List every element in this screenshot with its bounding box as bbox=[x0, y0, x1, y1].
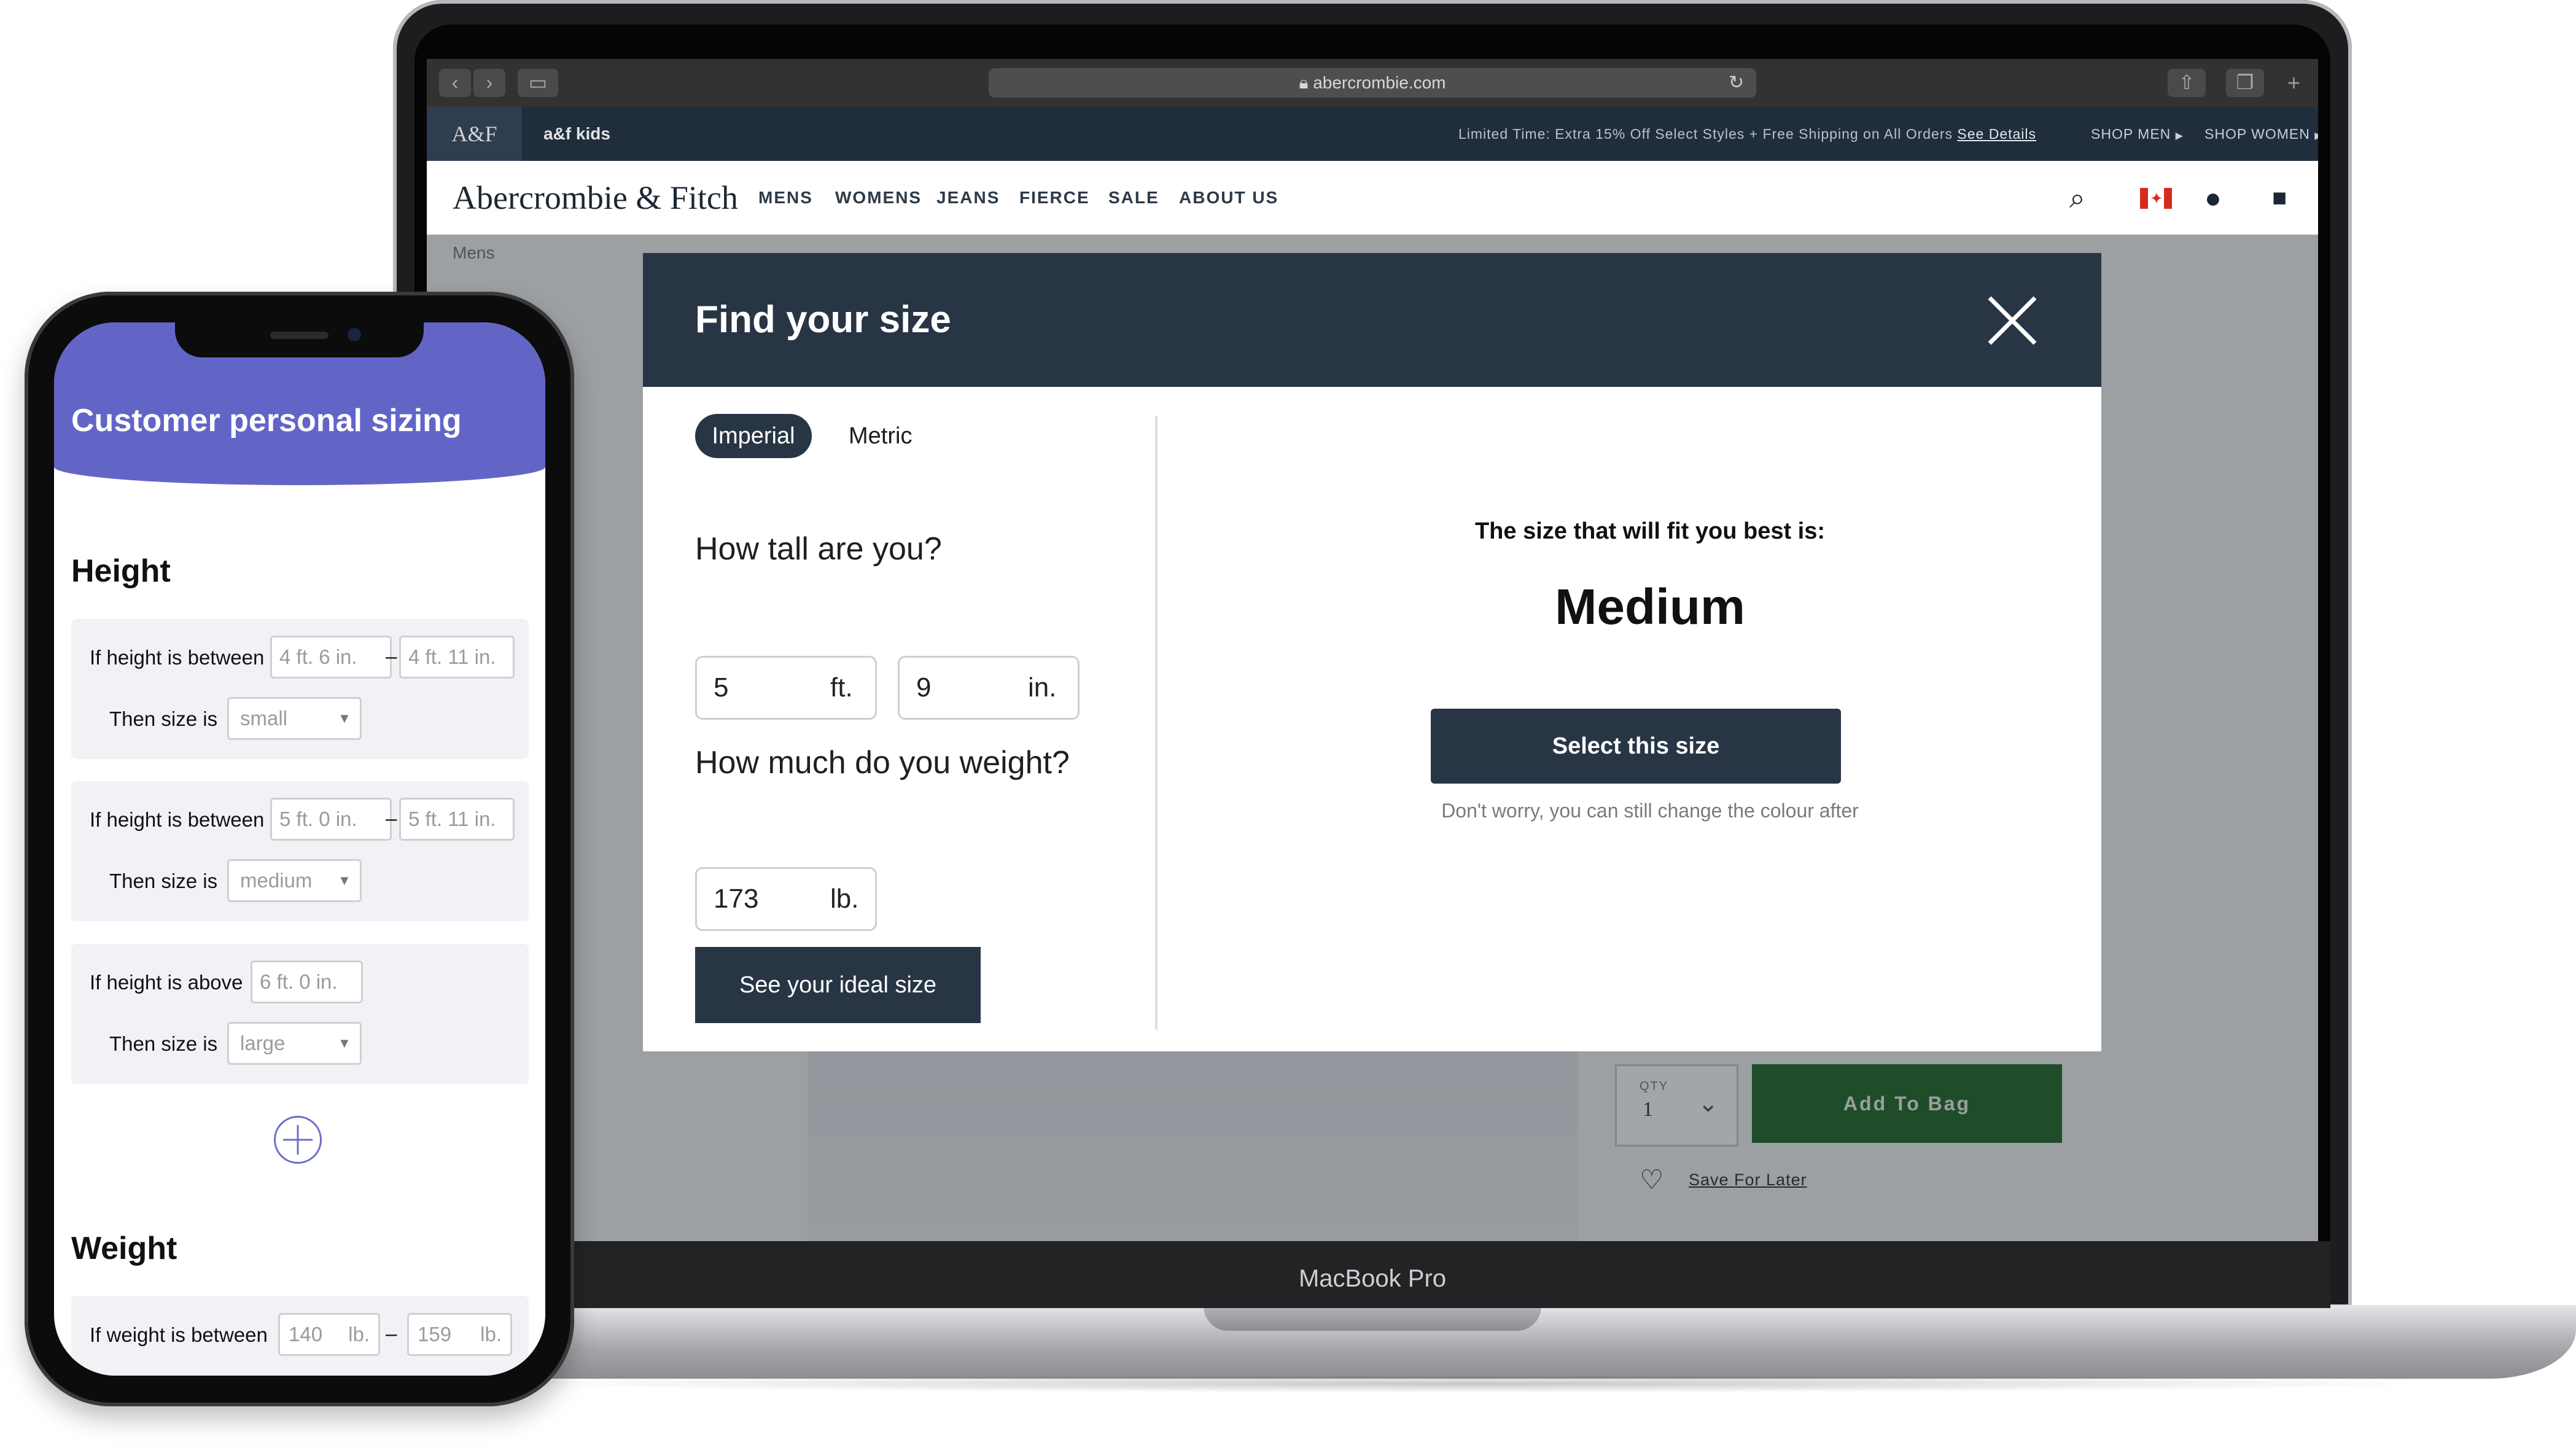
phone-speaker bbox=[270, 332, 329, 339]
shop-women-link[interactable]: SHOP WOMEN ▶ bbox=[2204, 107, 2318, 163]
phone-camera bbox=[348, 328, 361, 341]
caret-down-icon: ▼ bbox=[338, 711, 351, 726]
laptop-label: MacBook Pro bbox=[1298, 1265, 1447, 1292]
imperial-toggle[interactable]: Imperial bbox=[695, 414, 812, 458]
find-size-modal: Find your size Imperial Metric How tall … bbox=[643, 253, 2101, 1051]
laptop-shadow bbox=[491, 1374, 2456, 1393]
rule-to-input[interactable]: 4 ft. 11 in. bbox=[399, 636, 515, 679]
weight-unit: lb. bbox=[830, 884, 859, 914]
nav-womens[interactable]: WOMENS bbox=[835, 161, 922, 235]
promo-message: Limited Time: Extra 15% Off Select Style… bbox=[1458, 126, 1953, 142]
rule-condition: If height is between bbox=[90, 808, 265, 831]
url-text: abercrombie.com bbox=[1313, 73, 1446, 92]
laptop-screen: ‹ › ▭ 🔒︎ abercrombie.com ↻ ⇧ ❐ + A&F a&f… bbox=[427, 59, 2318, 1241]
weight-value: 173 bbox=[714, 884, 759, 914]
range-dash: – bbox=[386, 1322, 397, 1345]
rule-then-label: Then size is bbox=[109, 870, 218, 892]
phone-title: Customer personal sizing bbox=[71, 403, 462, 438]
search-icon[interactable]: ⌕ bbox=[2069, 161, 2085, 235]
weight-to-unit: lb. bbox=[480, 1323, 502, 1346]
result-size: Medium bbox=[1555, 579, 1745, 635]
height-inches-unit: in. bbox=[1028, 672, 1057, 703]
weight-to-value: 159 bbox=[418, 1323, 452, 1346]
rule-then-label: Then size is bbox=[109, 1032, 218, 1055]
rule-from-input[interactable]: 5 ft. 0 in. bbox=[270, 798, 392, 841]
shop-women-label: SHOP WOMEN bbox=[2204, 126, 2310, 142]
rule-size-value: medium bbox=[240, 869, 313, 892]
rule-size-value: large bbox=[240, 1032, 286, 1054]
rule-from-input[interactable]: 4 ft. 6 in. bbox=[270, 636, 392, 679]
shop-men-link[interactable]: SHOP MEN ▶ bbox=[2091, 107, 2184, 163]
shop-men-label: SHOP MEN bbox=[2091, 126, 2171, 142]
height-section-title: Height bbox=[71, 553, 171, 589]
add-rule-icon[interactable] bbox=[274, 1116, 322, 1164]
height-feet-unit: ft. bbox=[830, 672, 853, 703]
height-question: How tall are you? bbox=[695, 531, 942, 567]
rule-then-label: Then size is bbox=[109, 707, 218, 730]
lock-icon: 🔒︎ bbox=[1299, 73, 1313, 92]
rule-from-input[interactable]: 6 ft. 0 in. bbox=[251, 960, 363, 1003]
rule-size-value: small bbox=[240, 707, 288, 730]
new-tab-icon[interactable]: + bbox=[2287, 69, 2300, 97]
url-bar[interactable]: 🔒︎ abercrombie.com bbox=[989, 68, 1756, 98]
weight-from-unit: lb. bbox=[348, 1323, 370, 1346]
see-details-link[interactable]: See Details bbox=[1957, 126, 2036, 142]
af-kids-link[interactable]: a&f kids bbox=[543, 107, 610, 161]
forward-icon[interactable]: › bbox=[473, 69, 505, 97]
see-ideal-size-button[interactable]: See your ideal size bbox=[695, 947, 981, 1023]
modal-divider bbox=[1155, 416, 1158, 1030]
account-icon[interactable]: ● bbox=[2204, 161, 2222, 235]
weight-to-input[interactable]: 159 lb. bbox=[407, 1313, 512, 1356]
height-feet-value: 5 bbox=[714, 672, 729, 703]
caret-down-icon: ▼ bbox=[338, 873, 351, 888]
weight-from-value: 140 bbox=[289, 1323, 323, 1346]
tabs-icon[interactable]: ❐ bbox=[2226, 69, 2264, 97]
maple-leaf-icon: ✦ bbox=[2150, 189, 2163, 208]
brand-logo[interactable]: Abercrombie & Fitch bbox=[453, 161, 738, 235]
share-icon[interactable]: ⇧ bbox=[2168, 69, 2206, 97]
caret-right-icon: ▶ bbox=[2314, 131, 2318, 141]
back-icon[interactable]: ‹ bbox=[439, 69, 471, 97]
metric-toggle[interactable]: Metric bbox=[849, 414, 947, 458]
height-inches-value: 9 bbox=[916, 672, 932, 703]
weight-rule-condition: If weight is between bbox=[90, 1323, 268, 1346]
caret-down-icon: ▼ bbox=[338, 1035, 351, 1051]
rule-condition: If height is between bbox=[90, 646, 265, 669]
nav-mens[interactable]: MENS bbox=[758, 161, 813, 235]
reload-icon[interactable]: ↻ bbox=[1729, 68, 1753, 98]
phone-screen: Customer personal sizing Height If heigh… bbox=[54, 322, 545, 1376]
weight-from-input[interactable]: 140 lb. bbox=[278, 1313, 380, 1356]
close-icon[interactable] bbox=[1985, 293, 2040, 348]
rule-to-input[interactable]: 5 ft. 11 in. bbox=[399, 798, 515, 841]
nav-fierce[interactable]: FIERCE bbox=[1019, 161, 1090, 235]
select-size-button[interactable]: Select this size bbox=[1431, 709, 1841, 784]
caret-right-icon: ▶ bbox=[2175, 131, 2184, 141]
range-dash: – bbox=[386, 645, 397, 668]
nav-jeans[interactable]: JEANS bbox=[936, 161, 1000, 235]
sidebar-icon[interactable]: ▭ bbox=[518, 69, 558, 97]
result-label: The size that will fit you best is: bbox=[1474, 518, 1826, 544]
laptop-notch bbox=[1204, 1305, 1541, 1331]
bag-icon[interactable]: ■ bbox=[2272, 161, 2287, 235]
nav-sale[interactable]: SALE bbox=[1108, 161, 1159, 235]
range-dash: – bbox=[386, 807, 397, 830]
weight-question: How much do you weight? bbox=[695, 745, 1070, 781]
nav-about-us[interactable]: ABOUT US bbox=[1179, 161, 1278, 235]
rule-condition: If height is above bbox=[90, 971, 243, 994]
modal-title: Find your size bbox=[695, 298, 951, 341]
weight-section-title: Weight bbox=[71, 1231, 177, 1266]
reassurance-text: Don't worry, you can still change the co… bbox=[1441, 800, 1859, 822]
af-logo[interactable]: A&F bbox=[427, 107, 522, 161]
promo-text: Limited Time: Extra 15% Off Select Style… bbox=[1458, 107, 2036, 161]
